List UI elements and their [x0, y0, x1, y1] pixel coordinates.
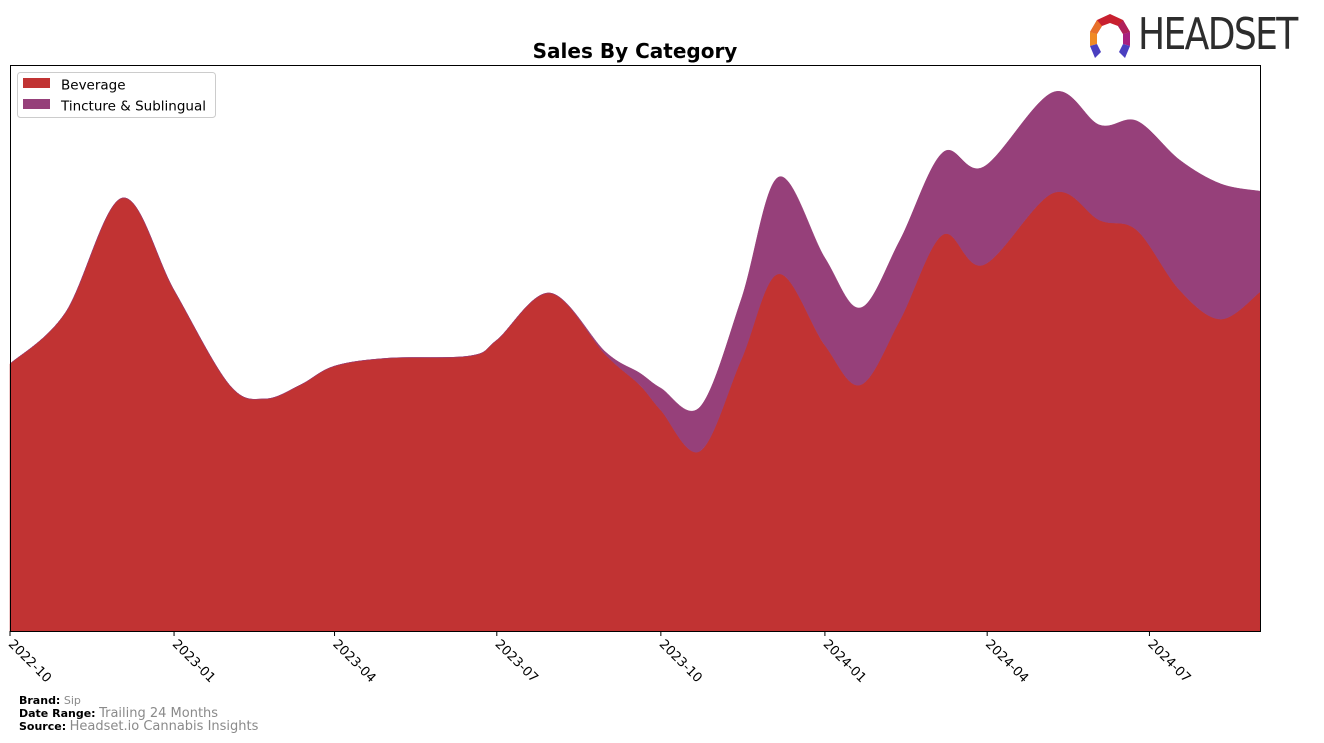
legend-swatch-beverage	[23, 78, 50, 88]
brand-label: Brand:	[19, 694, 61, 707]
x-tick-label: 2024-04	[982, 637, 1031, 686]
x-tick-label: 2023-01	[169, 637, 218, 686]
brand-value: Sip	[63, 694, 81, 707]
x-tick-label: 2023-04	[329, 637, 378, 686]
legend-label-beverage: Beverage	[61, 78, 126, 94]
area-beverage	[9, 191, 1261, 632]
footer-source: Source: Headset.io Cannabis Insights	[19, 720, 258, 733]
legend: Beverage Tincture & Sublingual	[17, 72, 216, 118]
headset-logo-text: HEADSET	[1138, 9, 1298, 60]
sales-by-category-chart: Sales By Category 2022-10 2023-01 2023-04 2…	[5, 39, 1261, 686]
legend-label-tincture-sublingual: Tincture & Sublingual	[60, 99, 206, 115]
x-tick-label: 2024-01	[820, 637, 869, 686]
source-label: Source:	[19, 720, 67, 733]
x-tick-label: 2023-07	[492, 637, 541, 686]
x-axis: 2022-10 2023-01 2023-04 2023-07 2023-10 2024-…	[5, 631, 1193, 686]
headset-logo-icon	[1090, 14, 1130, 58]
x-tick-label: 2022-10	[5, 637, 54, 686]
headset-logo: HEADSET	[1085, 9, 1315, 62]
legend-swatch-tincture-sublingual	[23, 99, 50, 109]
chart-title: Sales By Category	[533, 39, 738, 63]
x-tick-label: 2023-10	[656, 637, 705, 686]
source-value: Headset.io Cannabis Insights	[69, 719, 259, 734]
area-layer	[9, 91, 1261, 632]
x-tick-label: 2024-07	[1144, 637, 1193, 686]
footer-brand: Brand: Sip	[19, 694, 81, 707]
